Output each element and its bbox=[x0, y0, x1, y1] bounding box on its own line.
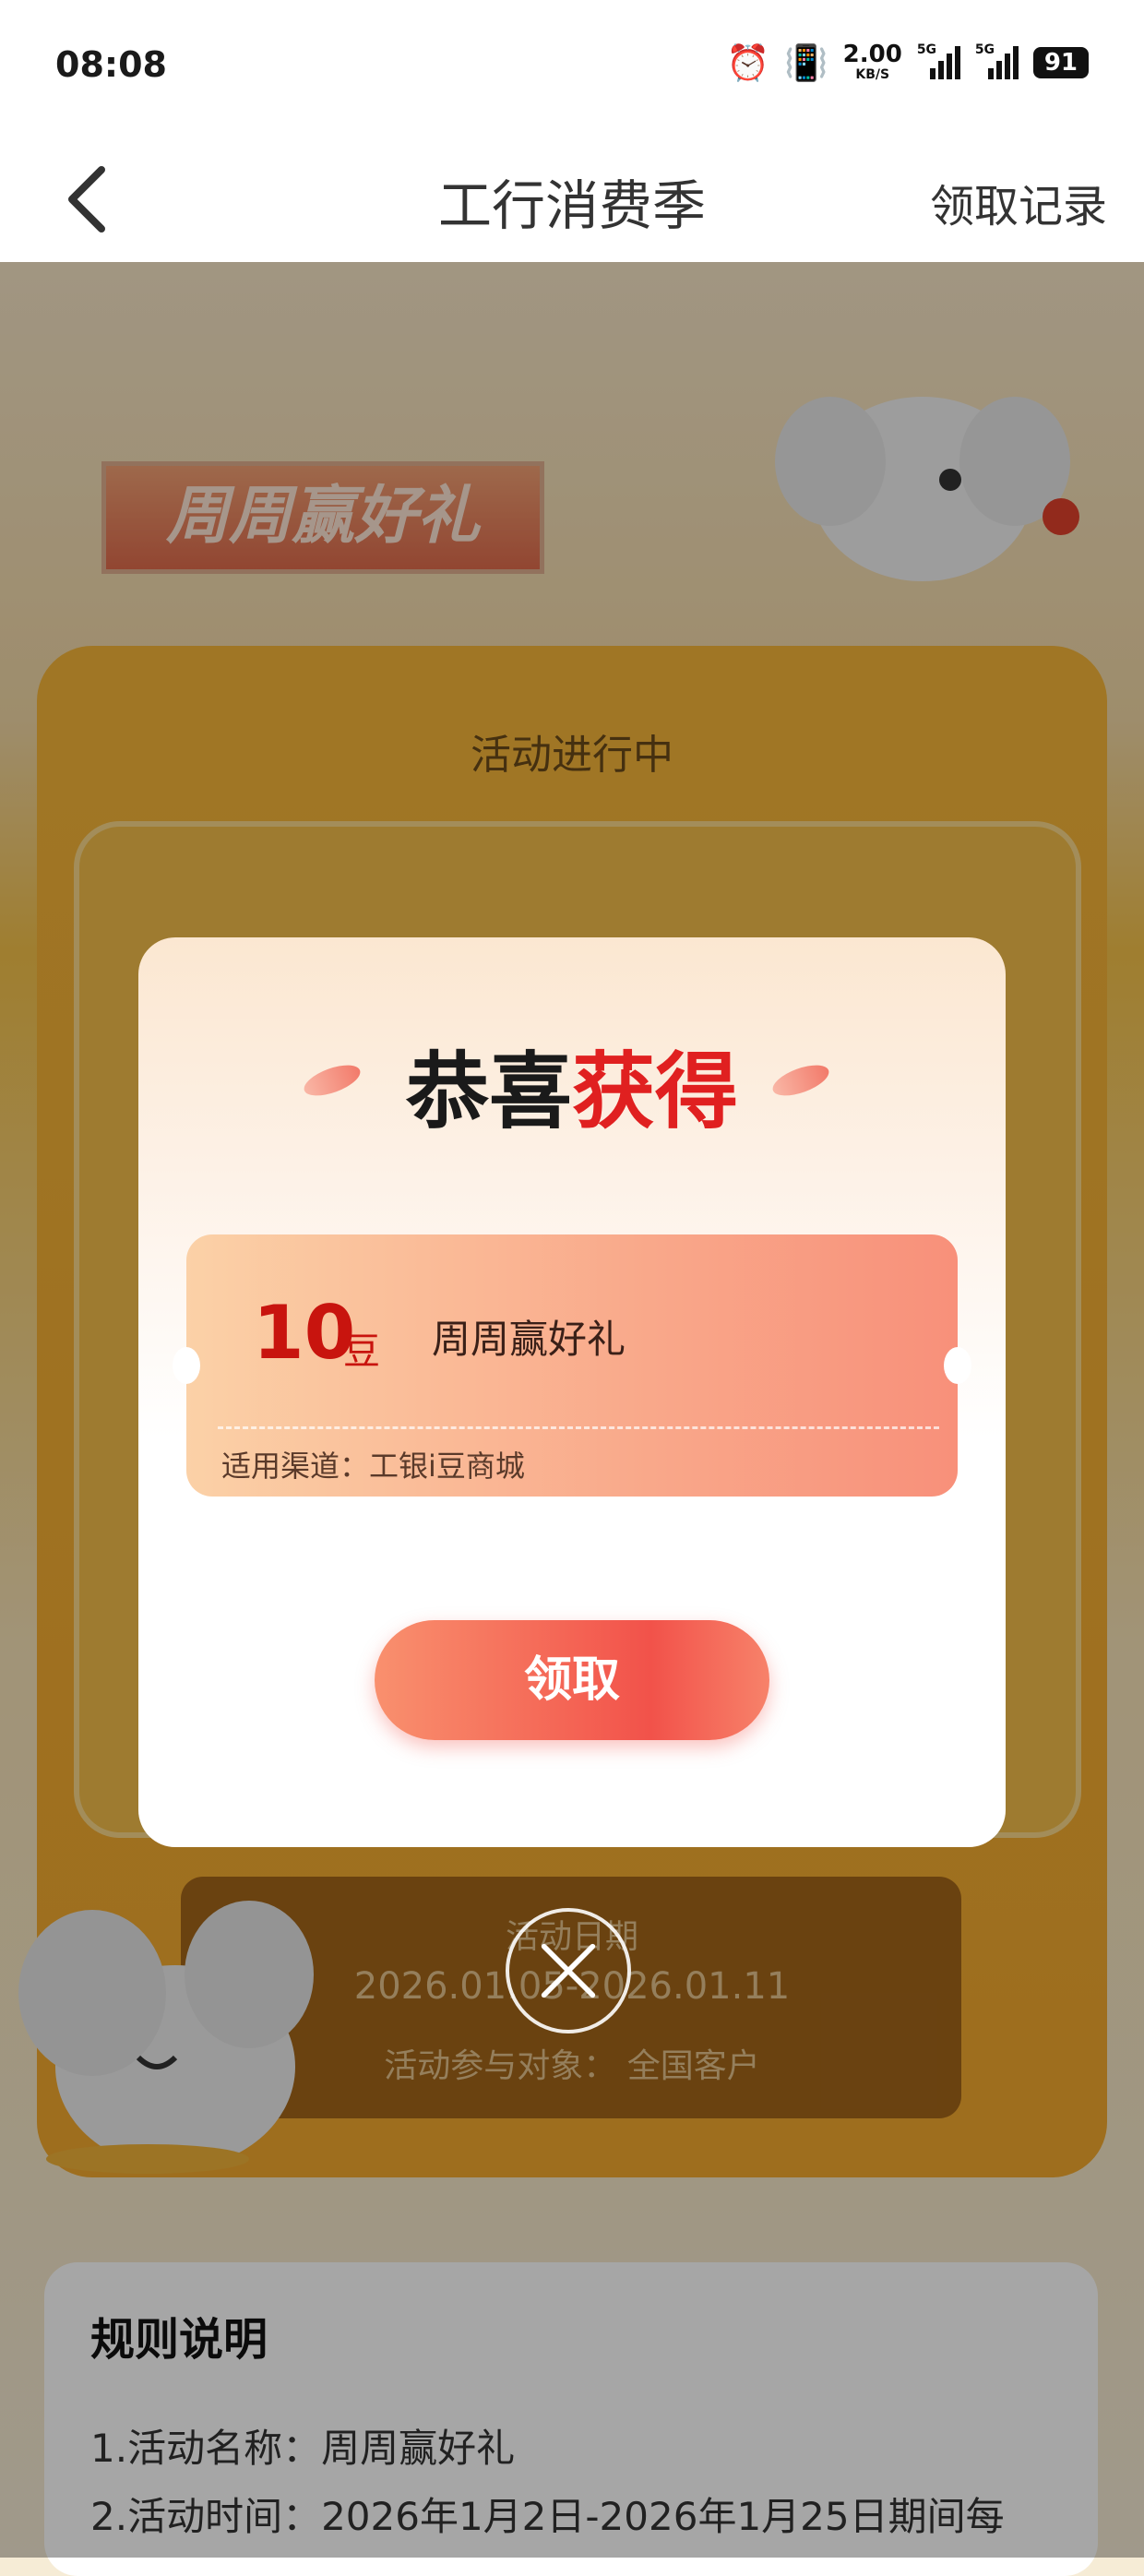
battery-icon: 91 bbox=[1032, 47, 1089, 78]
coupon-card: 10 豆 周周赢好礼 适用渠道：工银i豆商城 bbox=[173, 1234, 971, 1497]
modal-title-obtained: 获得 bbox=[572, 1044, 738, 1140]
modal-title-congrats: 恭喜 bbox=[406, 1044, 572, 1140]
network-speed-value: 2.00 bbox=[842, 41, 902, 68]
prize-modal: 恭喜获得 10 豆 周周赢好礼 适用渠道：工银i豆商城 领取 bbox=[138, 937, 1006, 1847]
coupon-unit: 豆 bbox=[343, 1330, 380, 1373]
signal-icon: 5G bbox=[917, 42, 960, 79]
status-time: 08:08 bbox=[55, 44, 167, 85]
status-bar: 08:08 ⏰ 📳 2.00 KB/S 5G 5G 91 bbox=[0, 0, 1144, 135]
claim-record-link[interactable]: 领取记录 bbox=[930, 170, 1107, 234]
signal-label: 5G bbox=[974, 42, 995, 57]
network-speed: 2.00 KB/S bbox=[843, 42, 902, 83]
network-speed-unit: KB/S bbox=[855, 67, 890, 82]
modal-title: 恭喜获得 bbox=[138, 1024, 1006, 1144]
claim-button[interactable]: 领取 bbox=[375, 1620, 769, 1740]
status-icons: ⏰ 📳 2.00 KB/S 5G 5G 91 bbox=[726, 42, 1089, 83]
signal-icon: 5G bbox=[975, 42, 1019, 79]
coupon-name: 周周赢好礼 bbox=[432, 1317, 626, 1362]
signal-label: 5G bbox=[916, 42, 937, 57]
close-icon[interactable] bbox=[506, 1908, 631, 2033]
coupon-notch bbox=[944, 1347, 971, 1384]
coupon-notch bbox=[173, 1347, 200, 1384]
coupon-divider bbox=[218, 1426, 939, 1429]
vibrate-icon: 📳 bbox=[784, 42, 828, 83]
nav-bar: 工行消费季 领取记录 bbox=[0, 135, 1144, 262]
coupon-channel: 适用渠道：工银i豆商城 bbox=[221, 1449, 525, 1484]
coupon-amount: 10 bbox=[253, 1290, 356, 1376]
alarm-icon: ⏰ bbox=[726, 42, 770, 83]
